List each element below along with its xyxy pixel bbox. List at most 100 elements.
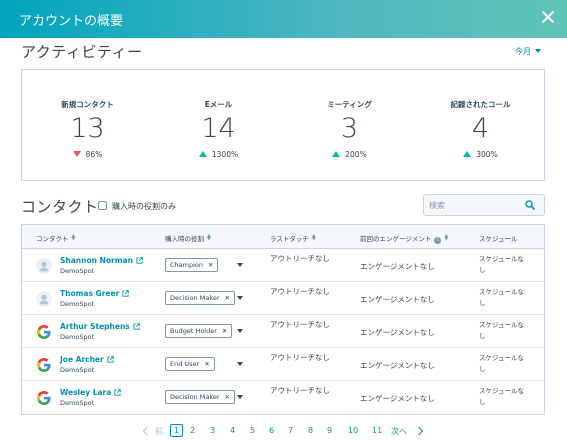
buying-role-tag: End User ✕	[165, 357, 215, 371]
modal-title: アカウントの概要	[19, 14, 124, 29]
info-icon[interactable]: i	[434, 237, 442, 244]
search-icon[interactable]	[525, 200, 535, 210]
role-label: Decision Maker	[170, 393, 220, 401]
page-5-button[interactable]: 5	[250, 426, 255, 435]
external-link-icon[interactable]	[133, 323, 140, 330]
last-touch-cell: アウトリーチなし	[270, 386, 330, 395]
person-avatar-icon	[36, 291, 52, 307]
external-link-icon[interactable]	[107, 356, 114, 363]
prev-page-button[interactable]: 前	[155, 426, 163, 437]
contact-name-link[interactable]: Arthur Stephens	[60, 322, 140, 331]
contact-name-link[interactable]: Thomas Greer	[60, 289, 130, 298]
remove-tag-icon[interactable]: ✕	[225, 393, 230, 401]
table-row: Thomas Greer DemoSpot Decision Maker ✕ アウトリー…	[22, 282, 544, 315]
column-header-last-touch[interactable]: ラストタッチ ▲ ▼	[270, 233, 316, 244]
role-dropdown-caret-icon[interactable]	[237, 395, 243, 399]
table-header: コンタクト ▲ ▼ 購入時の役割 ▲ ▼ ラストタッチ ▲ ▼ 前回のエンゲージメント i▲ ▼…	[22, 225, 544, 249]
column-label: ラストタッチ	[270, 235, 309, 243]
google-logo-icon	[37, 391, 51, 405]
remove-tag-icon[interactable]: ✕	[204, 360, 209, 368]
role-label: Budget Holder	[170, 327, 217, 335]
stat-meetings: ミーティング 3 200%	[284, 70, 415, 182]
stat-change: 86%	[22, 150, 153, 159]
contact-name[interactable]: Arthur Stephens	[60, 322, 130, 331]
page-2-button[interactable]: 2	[190, 426, 195, 435]
column-header-engagement[interactable]: 前回のエンゲージメント i▲ ▼	[360, 233, 448, 244]
up-triangle-icon	[332, 151, 341, 157]
sort-icon: ▲ ▼	[311, 233, 316, 242]
contact-name[interactable]: Thomas Greer	[60, 289, 119, 298]
contact-name-link[interactable]: Joe Archer	[60, 355, 114, 364]
close-icon[interactable]	[539, 8, 557, 26]
page-10-button[interactable]: 10	[348, 426, 358, 435]
company-name: DemoSpot	[60, 366, 95, 374]
contact-name[interactable]: Shannon Norman	[60, 256, 133, 265]
contact-name[interactable]: Wesley Lara	[60, 388, 111, 397]
stat-change-value: 1300%	[211, 150, 239, 159]
chevron-right-icon[interactable]	[414, 426, 424, 436]
page-8-button[interactable]: 8	[308, 426, 313, 435]
page-9-button[interactable]: 9	[327, 426, 332, 435]
stat-change-value: 300%	[476, 150, 498, 159]
column-label: 購入時の役割	[165, 235, 204, 243]
up-triangle-icon	[463, 151, 472, 157]
contact-name[interactable]: Joe Archer	[60, 355, 104, 364]
remove-tag-icon[interactable]: ✕	[225, 294, 230, 302]
stat-change-value: 86%	[85, 150, 103, 159]
buying-role-tag: Decision Maker ✕	[165, 390, 235, 404]
search-box[interactable]	[423, 194, 545, 216]
stat-label: Eメール	[204, 100, 233, 109]
role-dropdown-caret-icon[interactable]	[237, 296, 243, 300]
google-logo-icon	[37, 358, 51, 372]
caret-down-icon	[535, 49, 541, 53]
engagement-cell: エンゲージメントなし	[360, 295, 435, 304]
role-label: Decision Maker	[170, 294, 220, 302]
engagement-cell: エンゲージメントなし	[360, 262, 435, 271]
next-page-button[interactable]: 次へ	[391, 426, 407, 437]
last-touch-cell: アウトリーチなし	[270, 353, 330, 362]
column-header-contact[interactable]: コンタクト ▲ ▼	[36, 233, 75, 244]
role-label: End User	[170, 360, 200, 368]
stat-value: 3	[340, 113, 359, 144]
last-touch-cell: アウトリーチなし	[270, 254, 330, 263]
remove-tag-icon[interactable]: ✕	[222, 327, 227, 335]
contact-name-link[interactable]: Wesley Lara	[60, 388, 122, 397]
role-dropdown-caret-icon[interactable]	[237, 263, 243, 267]
column-label: コンタクト	[36, 235, 69, 243]
page-6-button[interactable]: 6	[269, 426, 274, 435]
engagement-cell: エンゲージメントなし	[360, 328, 435, 337]
engagement-cell: エンゲージメントなし	[360, 394, 435, 403]
column-label: スケジュール	[479, 235, 518, 243]
checkbox[interactable]	[98, 201, 107, 210]
external-link-icon[interactable]	[122, 290, 130, 297]
role-dropdown-caret-icon[interactable]	[237, 362, 243, 366]
period-dropdown[interactable]: 今月	[515, 46, 541, 57]
search-input[interactable]	[429, 198, 519, 212]
column-header-schedule: スケジュール	[479, 233, 518, 243]
company-name: DemoSpot	[60, 333, 95, 341]
page-3-button[interactable]: 3	[210, 426, 215, 435]
chevron-left-icon[interactable]	[142, 426, 152, 436]
external-link-icon[interactable]	[136, 257, 143, 264]
buying-role-tag: Budget Holder ✕	[165, 324, 233, 338]
buying-role-filter[interactable]: 購入時の役割のみ	[98, 201, 176, 212]
stat-calls: 記録されたコール 4 300%	[415, 70, 546, 182]
stat-value: 4	[471, 113, 490, 144]
activity-stats: 新規コンタクト 13 86% Eメール 14 1300% ミーティング 3 20…	[21, 69, 545, 181]
page-1-button[interactable]: 1	[170, 424, 184, 437]
external-link-icon[interactable]	[114, 389, 122, 396]
schedule-cell: スケジュールなし	[479, 321, 525, 340]
contact-name-link[interactable]: Shannon Norman	[60, 256, 143, 265]
column-header-role[interactable]: 購入時の役割 ▲ ▼	[165, 233, 211, 244]
role-dropdown-caret-icon[interactable]	[237, 329, 243, 333]
filter-label: 購入時の役割のみ	[112, 202, 176, 211]
page-11-button[interactable]: 11	[372, 426, 382, 435]
role-label: Champion	[170, 261, 204, 269]
company-name: DemoSpot	[60, 399, 95, 407]
remove-tag-icon[interactable]: ✕	[208, 261, 213, 269]
page-7-button[interactable]: 7	[288, 426, 293, 435]
last-touch-cell: アウトリーチなし	[270, 287, 330, 296]
page-4-button[interactable]: 4	[230, 426, 235, 435]
table-row: Joe Archer DemoSpot End User ✕ アウトリーチなし エンゲージ…	[22, 348, 544, 381]
pagination: 前 1 2 3 4 5 6 7 8 9 10 11 次へ	[0, 424, 567, 440]
